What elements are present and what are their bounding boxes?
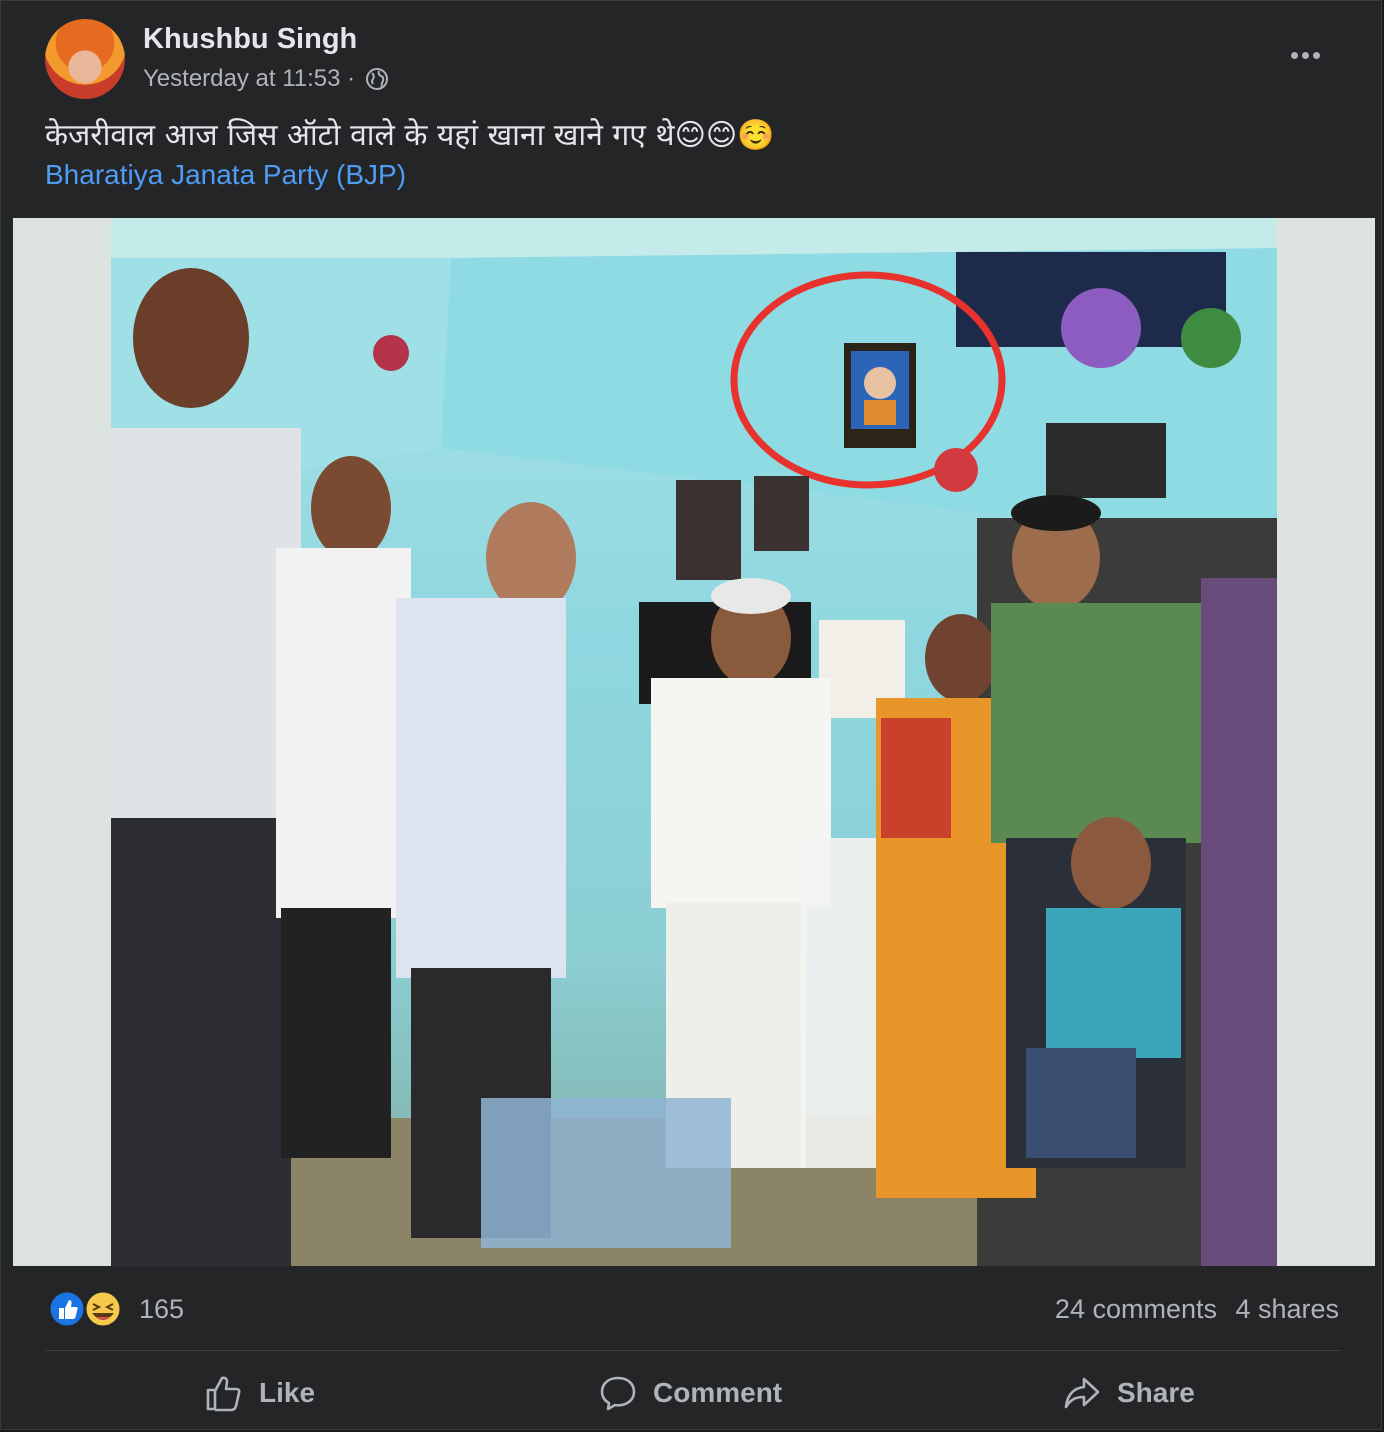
share-button[interactable]: Share [1063,1361,1195,1425]
comment-icon [600,1376,636,1411]
like-label: Like [259,1377,316,1408]
like-reaction-icon [48,1289,87,1329]
more-options-button[interactable] [1281,37,1329,73]
comments-count[interactable]: 24 comments [1055,1294,1217,1325]
comment-label: Comment [653,1377,783,1408]
post-timestamp[interactable]: Yesterday at 11:53 · [143,65,355,93]
share-arrow-icon [1064,1377,1100,1409]
author-avatar[interactable] [45,19,125,99]
photo-illustration [111,218,1277,1266]
post-photo[interactable] [111,218,1277,1266]
comment-button[interactable]: Comment [599,1361,782,1425]
post-card: Khushbu Singh Yesterday at 11:53 · केजरी… [0,0,1382,1430]
post-text: केजरीवाल आज जिस ऑटो वाले के यहां खाना खा… [45,118,775,153]
globe-icon [366,68,389,90]
shares-count[interactable]: 4 shares [1235,1294,1339,1325]
reaction-icons[interactable] [48,1289,128,1329]
divider [45,1350,1341,1351]
reaction-count[interactable]: 165 [139,1294,184,1325]
dot-icon [1301,51,1309,59]
post-media[interactable] [13,218,1375,1266]
dot-icon [1290,51,1298,59]
author-name[interactable]: Khushbu Singh [143,23,357,56]
reactions-summary: 165 24 comments 4 shares [1,1267,1381,1351]
post-meta: Yesterday at 11:53 · [143,65,389,93]
haha-reaction-icon [83,1289,123,1329]
dot-icon [1312,51,1320,59]
thumbs-up-icon [206,1376,241,1412]
like-button[interactable]: Like [205,1361,315,1425]
page-tag-link[interactable]: Bharatiya Janata Party (BJP) [45,159,406,191]
share-label: Share [1117,1377,1195,1408]
